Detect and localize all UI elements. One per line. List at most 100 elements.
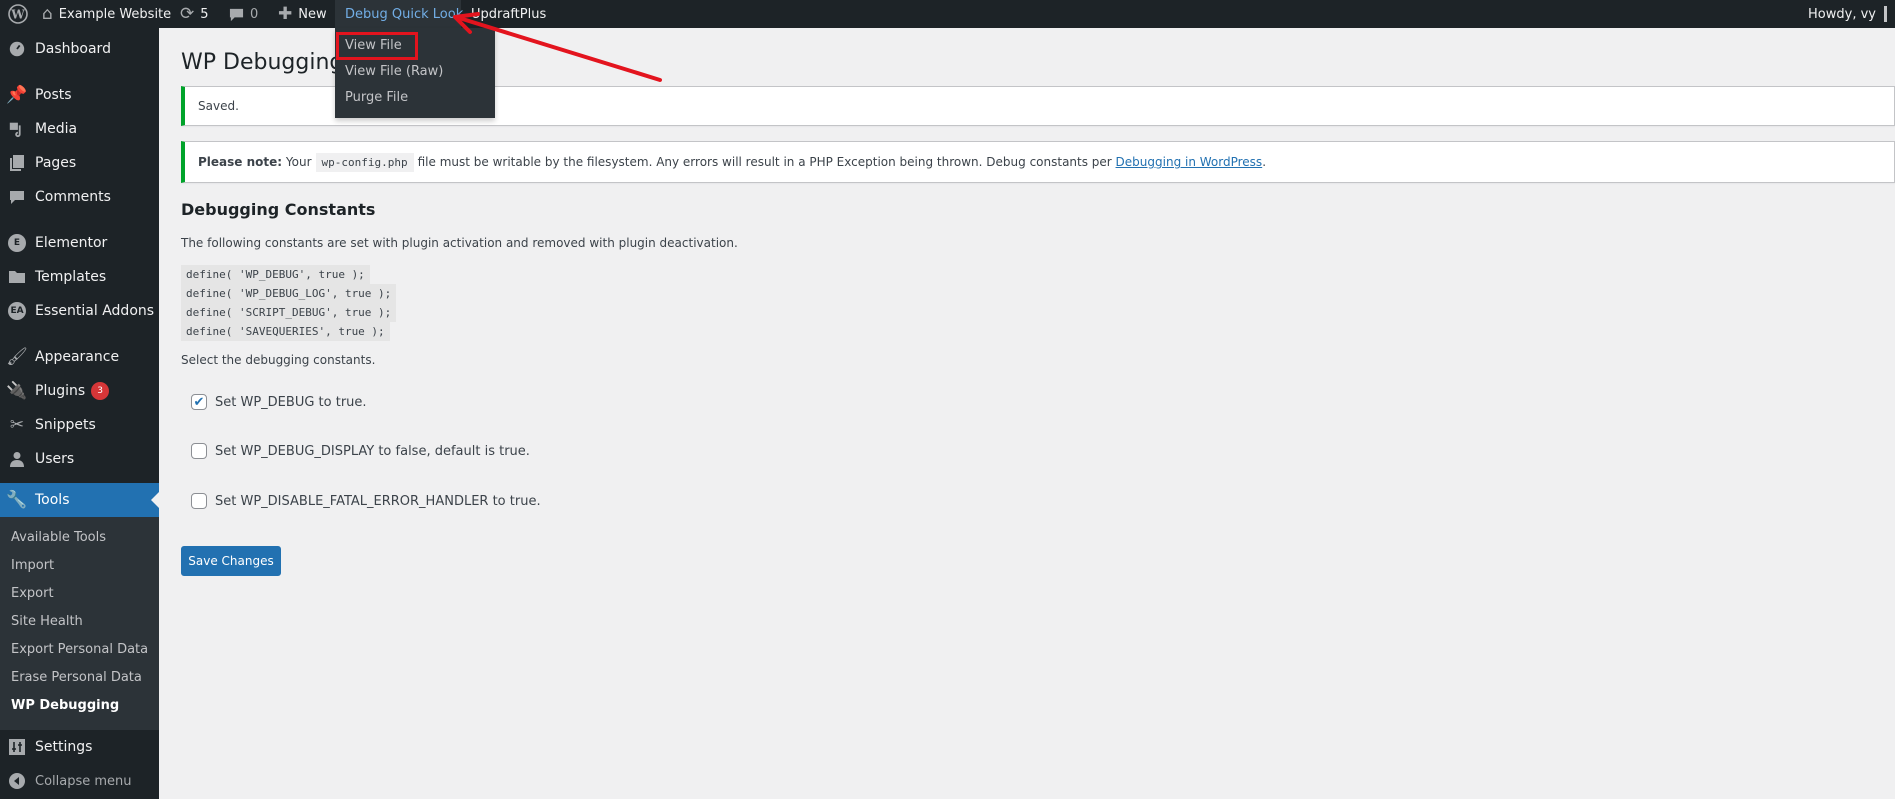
- sidebar-item-plugins[interactable]: 🔌 Plugins 3: [0, 374, 159, 408]
- wp-debug-display-option[interactable]: Set WP_DEBUG_DISPLAY to false, default i…: [191, 443, 530, 459]
- sidebar-item-pages[interactable]: Pages: [0, 146, 159, 180]
- sidebar-item-posts[interactable]: 📌 Posts: [0, 78, 159, 112]
- save-changes-button[interactable]: Save Changes: [181, 546, 281, 576]
- sidebar-item-media[interactable]: Media: [0, 112, 159, 146]
- note-text-end: .: [1262, 155, 1267, 169]
- comments-count: 0: [250, 6, 259, 22]
- code-line: define( 'SCRIPT_DEBUG', true );: [181, 303, 397, 322]
- debugging-in-wordpress-link[interactable]: Debugging in WordPress: [1116, 155, 1263, 169]
- note-strong: Please note:: [198, 155, 283, 169]
- elementor-icon: E: [0, 234, 34, 252]
- sidebar-label: Plugins: [35, 383, 86, 399]
- admin-sidebar: Dashboard 📌 Posts Media Pages Comments E…: [0, 28, 159, 799]
- wp-debug-option[interactable]: ✔ Set WP_DEBUG to true.: [191, 394, 367, 410]
- submenu-wp-debugging[interactable]: WP Debugging: [0, 692, 159, 720]
- sidebar-label: Users: [35, 451, 75, 467]
- updates-count: 5: [200, 6, 209, 22]
- howdy-text: Howdy, vy: [1808, 6, 1876, 22]
- paintbrush-icon: 🖌: [6, 347, 28, 367]
- view-file-raw-link[interactable]: View File (Raw): [335, 59, 495, 85]
- intro-text: The following constants are set with plu…: [181, 236, 738, 250]
- disable-fatal-error-handler-checkbox[interactable]: [191, 493, 207, 509]
- sidebar-label: Tools: [35, 492, 70, 508]
- select-constants-label: Select the debugging constants.: [181, 353, 376, 367]
- sidebar-label: Essential Addons: [35, 303, 155, 319]
- dashboard-icon: [0, 40, 34, 58]
- view-file-link[interactable]: View File: [336, 32, 418, 60]
- writable-note-notice: Please note: Your wp-config.php file mus…: [181, 141, 1895, 183]
- collapse-icon: [0, 772, 34, 790]
- updates-icon: ⟳: [180, 3, 195, 24]
- checkbox-label: Set WP_DEBUG to true.: [215, 394, 367, 410]
- updates-link[interactable]: ⟳ 5: [180, 0, 209, 28]
- sidebar-item-snippets[interactable]: ✂ Snippets: [0, 408, 159, 442]
- site-name-link[interactable]: ⌂ Example Website: [42, 0, 171, 28]
- submenu-import[interactable]: Import: [0, 552, 159, 580]
- saved-notice-text: Saved.: [198, 99, 239, 113]
- wp-debug-checkbox[interactable]: ✔: [191, 394, 207, 410]
- wp-debug-display-checkbox[interactable]: [191, 443, 207, 459]
- sidebar-label: Collapse menu: [35, 773, 132, 789]
- code-line: define( 'SAVEQUERIES', true );: [181, 322, 390, 341]
- sidebar-label: Dashboard: [35, 41, 111, 57]
- avatar: [1884, 6, 1887, 22]
- submenu-available-tools[interactable]: Available Tools: [0, 524, 159, 552]
- updraftplus-menu[interactable]: UpdraftPlus: [471, 0, 546, 28]
- sidebar-label: Posts: [35, 87, 72, 103]
- sidebar-item-tools[interactable]: 🔧 Tools: [0, 483, 159, 517]
- sidebar-item-essential-addons[interactable]: EA Essential Addons: [0, 294, 159, 328]
- plug-icon: 🔌: [6, 381, 28, 401]
- code-line: define( 'WP_DEBUG_LOG', true );: [181, 284, 397, 303]
- comment-icon: [229, 7, 244, 22]
- checkbox-label: Set WP_DISABLE_FATAL_ERROR_HANDLER to tr…: [215, 493, 541, 509]
- wordpress-logo-menu[interactable]: W: [5, 0, 31, 28]
- media-icon: [0, 120, 34, 138]
- debug-quick-look-menu[interactable]: Debug Quick Look: [335, 0, 464, 28]
- collapse-menu-button[interactable]: Collapse menu: [0, 764, 159, 798]
- checkbox-label: Set WP_DEBUG_DISPLAY to false, default i…: [215, 443, 530, 459]
- sidebar-item-elementor[interactable]: E Elementor: [0, 226, 159, 260]
- sidebar-label: Elementor: [35, 235, 108, 251]
- sidebar-item-appearance[interactable]: 🖌 Appearance: [0, 340, 159, 374]
- checkmark-icon: ✔: [193, 394, 205, 410]
- sidebar-label: Templates: [35, 269, 107, 285]
- sidebar-label: Comments: [35, 189, 111, 205]
- wp-config-code: wp-config.php: [315, 152, 414, 172]
- wordpress-logo-icon: W: [8, 4, 28, 24]
- sidebar-item-settings[interactable]: Settings: [0, 730, 159, 764]
- pin-icon: 📌: [6, 85, 28, 105]
- wrench-icon: 🔧: [6, 490, 28, 510]
- comment-icon: [0, 189, 34, 205]
- debug-quick-look-dropdown: View File View File (Raw) Purge File: [335, 28, 495, 118]
- submenu-erase-personal-data[interactable]: Erase Personal Data: [0, 664, 159, 692]
- page-title: WP Debugging: [181, 50, 344, 75]
- constants-code-block: define( 'WP_DEBUG', true ); define( 'WP_…: [181, 265, 397, 341]
- sidebar-item-templates[interactable]: Templates: [0, 260, 159, 294]
- user-icon: [0, 451, 34, 467]
- submenu-site-health[interactable]: Site Health: [0, 608, 159, 636]
- submenu-export-personal-data[interactable]: Export Personal Data: [0, 636, 159, 664]
- sidebar-item-dashboard[interactable]: Dashboard: [0, 32, 159, 66]
- sidebar-label: Settings: [35, 739, 93, 755]
- sidebar-item-comments[interactable]: Comments: [0, 180, 159, 214]
- sidebar-item-users[interactable]: Users: [0, 442, 159, 476]
- plugins-update-badge: 3: [91, 382, 110, 400]
- settings-icon: [0, 739, 34, 755]
- disable-fatal-error-handler-option[interactable]: Set WP_DISABLE_FATAL_ERROR_HANDLER to tr…: [191, 493, 541, 509]
- note-text-before: Your: [282, 155, 312, 169]
- purge-file-link[interactable]: Purge File: [335, 85, 495, 111]
- sidebar-label: Snippets: [35, 417, 96, 433]
- home-icon: ⌂: [42, 3, 53, 24]
- note-text-after: file must be writable by the filesystem.…: [417, 155, 1116, 169]
- code-line: define( 'WP_DEBUG', true );: [181, 265, 370, 284]
- account-menu[interactable]: Howdy, vy: [1808, 0, 1887, 28]
- comments-link[interactable]: 0: [229, 0, 258, 28]
- new-label: New: [298, 6, 327, 22]
- folder-icon: [0, 270, 34, 284]
- site-name: Example Website: [58, 6, 172, 22]
- plus-icon: ✚: [278, 3, 293, 24]
- submenu-export[interactable]: Export: [0, 580, 159, 608]
- section-title: Debugging Constants: [181, 200, 376, 219]
- debug-quick-look-label: Debug Quick Look: [345, 6, 464, 22]
- new-content-link[interactable]: ✚ New: [278, 0, 327, 28]
